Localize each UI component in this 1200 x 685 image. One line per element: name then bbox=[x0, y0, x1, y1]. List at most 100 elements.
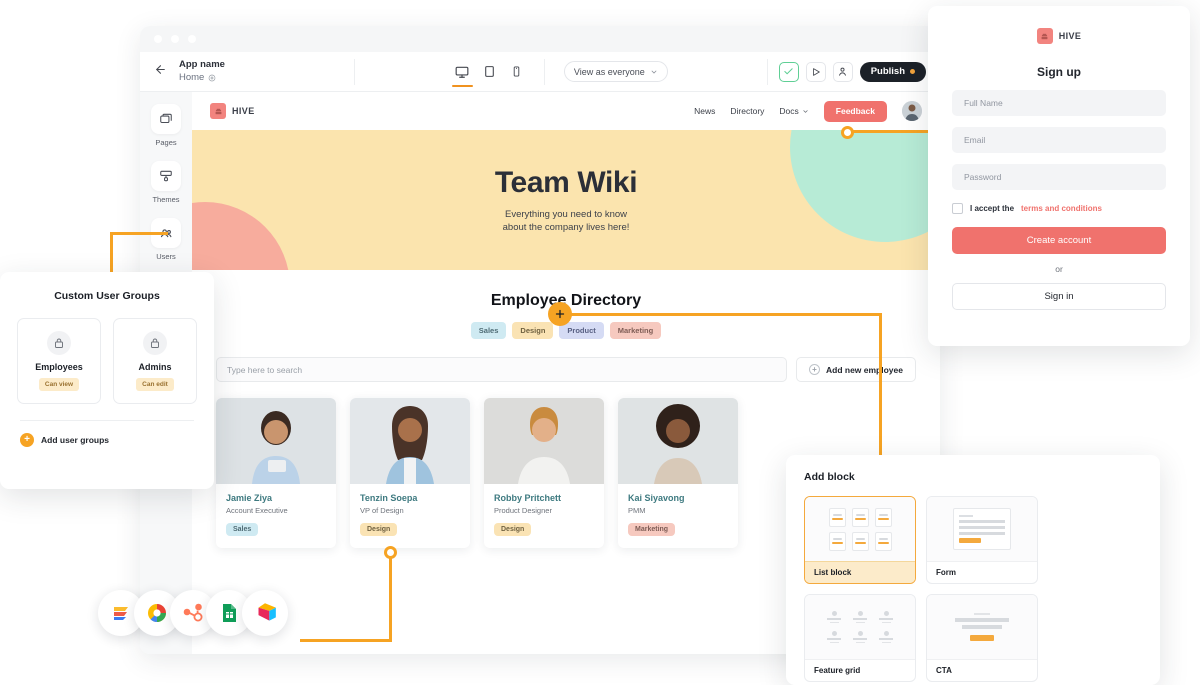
person-icon bbox=[839, 67, 847, 76]
add-block-plus-button[interactable] bbox=[548, 302, 572, 326]
filter-chip-design[interactable]: Design bbox=[512, 322, 554, 339]
device-switcher bbox=[451, 63, 525, 87]
employee-card[interactable]: Kai Siyavong PMM Marketing bbox=[618, 398, 738, 548]
stage: App name Home View as everyone Publish P… bbox=[0, 0, 1200, 685]
search-input[interactable]: Type here to search bbox=[216, 357, 787, 382]
terms-checkbox[interactable] bbox=[952, 203, 963, 214]
check-circle-icon bbox=[784, 68, 793, 75]
search-placeholder: Type here to search bbox=[227, 364, 303, 375]
signup-logo: HIVE bbox=[952, 28, 1166, 44]
custom-user-groups-card: Custom User Groups Employees Can view Ad… bbox=[0, 272, 214, 489]
employee-role: PMM bbox=[628, 506, 646, 515]
filter-chip-sales[interactable]: Sales bbox=[470, 322, 507, 339]
chevron-down-icon bbox=[803, 109, 808, 113]
back-button[interactable] bbox=[154, 63, 167, 81]
preview-button[interactable] bbox=[805, 61, 826, 82]
brush-icon bbox=[151, 161, 181, 191]
employee-info: Kai Siyavong PMM Marketing bbox=[618, 484, 738, 548]
employee-card[interactable]: Tenzin Soepa VP of Design Design bbox=[350, 398, 470, 548]
mobile-view-button[interactable] bbox=[508, 63, 525, 80]
user-groups-list: Employees Can view Admins Can edit bbox=[16, 318, 198, 404]
terms-link[interactable]: terms and conditions bbox=[1021, 204, 1102, 213]
employee-info: Robby Pritchett Product Designer Design bbox=[484, 484, 604, 548]
add-block-title: Add block bbox=[804, 471, 855, 483]
user-group-permission: Can edit bbox=[136, 378, 174, 391]
employee-info: Tenzin Soepa VP of Design Design bbox=[350, 484, 470, 548]
desktop-view-button[interactable] bbox=[451, 63, 473, 87]
lock-icon bbox=[143, 331, 167, 355]
block-option-feature-grid[interactable]: Feature grid bbox=[804, 594, 916, 682]
email-field[interactable]: Email bbox=[952, 127, 1166, 153]
create-account-button[interactable]: Create account bbox=[952, 227, 1166, 254]
nav-item-news[interactable]: News bbox=[694, 106, 715, 116]
block-option-form[interactable]: Form bbox=[926, 496, 1038, 584]
employee-role: Product Designer bbox=[494, 506, 552, 515]
nav-item-directory[interactable]: Directory bbox=[730, 106, 764, 116]
user-group-employees[interactable]: Employees Can view bbox=[17, 318, 101, 404]
block-label: CTA bbox=[927, 659, 1037, 681]
view-as-dropdown[interactable]: View as everyone bbox=[563, 61, 668, 82]
window-minimize-dot[interactable] bbox=[171, 35, 179, 43]
hero-title: Team Wiki bbox=[494, 166, 638, 199]
add-user-groups-button[interactable]: + Add user groups bbox=[16, 433, 198, 447]
validate-button[interactable] bbox=[778, 61, 799, 82]
sidebar-label-pages: Pages bbox=[155, 138, 177, 147]
block-label: Form bbox=[927, 561, 1037, 583]
chevron-down-icon bbox=[651, 70, 657, 74]
user-group-admins[interactable]: Admins Can edit bbox=[113, 318, 197, 404]
block-preview-cta bbox=[927, 595, 1037, 659]
password-field[interactable]: Password bbox=[952, 164, 1166, 190]
window-maximize-dot[interactable] bbox=[188, 35, 196, 43]
plus-icon: + bbox=[20, 433, 34, 447]
full-name-field[interactable]: Full Name bbox=[952, 90, 1166, 116]
app-name: App name bbox=[179, 59, 225, 70]
collaborators-button[interactable] bbox=[832, 61, 853, 82]
add-new-employee-button[interactable]: + Add new employee bbox=[796, 357, 916, 382]
publish-button[interactable]: Publish bbox=[859, 61, 926, 82]
connector-card-horizontal bbox=[300, 639, 392, 642]
sidebar-label-themes: Themes bbox=[152, 195, 180, 204]
employee-tag: Design bbox=[360, 523, 398, 536]
avatar[interactable] bbox=[902, 101, 922, 121]
user-groups-title: Custom User Groups bbox=[54, 290, 160, 302]
tablet-view-button[interactable] bbox=[481, 63, 498, 80]
sidebar-item-pages[interactable]: Pages bbox=[144, 104, 188, 147]
page-breadcrumb[interactable]: Home bbox=[179, 71, 354, 84]
publish-label: Publish bbox=[870, 66, 905, 77]
connector-plus-vertical bbox=[879, 313, 882, 465]
add-user-groups-label: Add user groups bbox=[41, 435, 110, 445]
nav-item-docs[interactable]: Docs bbox=[779, 106, 808, 116]
connector-avatar-signup bbox=[848, 130, 940, 133]
toolbar-right: Publish bbox=[766, 58, 926, 85]
site-logo[interactable]: HIVE bbox=[210, 103, 255, 119]
add-block-grid: List block Form Feature grid CTA bbox=[804, 496, 1142, 685]
integration-icons bbox=[98, 590, 288, 636]
toolbar-divider-right bbox=[766, 58, 768, 85]
window-close-dot[interactable] bbox=[154, 35, 162, 43]
directory-filters: Sales Design Product Marketing bbox=[216, 322, 916, 339]
hero-section: Team Wiki Everything you need to know ab… bbox=[192, 130, 940, 270]
employee-photo bbox=[484, 398, 604, 484]
employee-card[interactable]: Robby Pritchett Product Designer Design bbox=[484, 398, 604, 548]
block-option-list-block[interactable]: List block bbox=[804, 496, 916, 584]
signup-logo-text: HIVE bbox=[1058, 31, 1082, 41]
site-nav: News Directory Docs Feedback bbox=[694, 100, 922, 122]
settings-gear-icon bbox=[209, 74, 216, 81]
integration-icon-airtable[interactable] bbox=[242, 590, 288, 636]
employee-card[interactable]: Jamie Ziya Account Executive Sales bbox=[216, 398, 336, 548]
feedback-button[interactable]: Feedback bbox=[823, 100, 887, 122]
filter-chip-product[interactable]: Product bbox=[559, 322, 604, 339]
sidebar-item-themes[interactable]: Themes bbox=[144, 161, 188, 204]
directory-search-row: Type here to search + Add new employee bbox=[216, 357, 916, 382]
block-label: List block bbox=[805, 561, 915, 583]
block-option-cta[interactable]: CTA bbox=[926, 594, 1038, 682]
hero-mint-blob bbox=[790, 130, 940, 242]
plus-circle-icon: + bbox=[809, 364, 820, 375]
sign-in-button[interactable]: Sign in bbox=[952, 283, 1166, 310]
block-label: Feature grid bbox=[805, 659, 915, 681]
connector-card-vertical bbox=[389, 552, 392, 642]
filter-chip-marketing[interactable]: Marketing bbox=[609, 322, 662, 339]
lock-icon bbox=[47, 331, 71, 355]
publish-status-dot bbox=[910, 69, 915, 74]
sidebar-item-users[interactable]: Users bbox=[144, 218, 188, 261]
